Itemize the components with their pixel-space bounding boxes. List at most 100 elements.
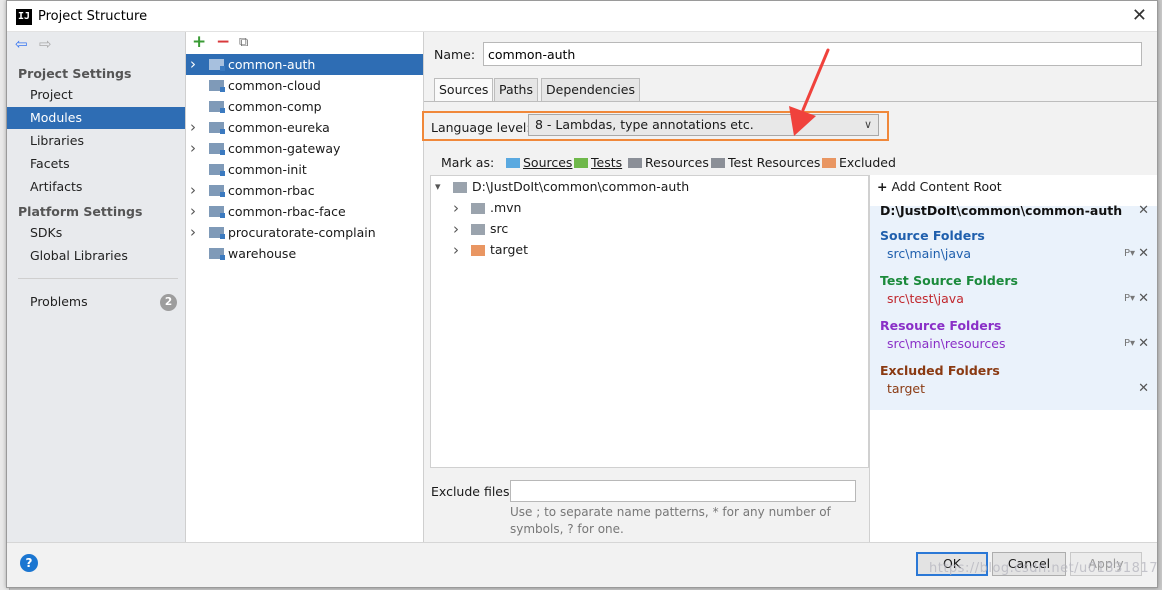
forward-arrow-icon[interactable]: ⇨ — [39, 35, 52, 53]
chevron-right-icon[interactable]: › — [190, 54, 196, 75]
folder-icon — [471, 203, 485, 214]
close-icon[interactable]: ✕ — [1132, 5, 1147, 26]
module-name: common-gateway — [228, 141, 341, 156]
module-item[interactable]: › common-gateway — [186, 138, 423, 159]
folder-icon — [471, 224, 485, 235]
chevron-right-icon[interactable]: › — [453, 219, 459, 239]
window-title: Project Structure — [38, 9, 148, 24]
nav-item-libraries[interactable]: Libraries — [7, 130, 185, 152]
properties-icon[interactable]: P▾ — [1124, 338, 1135, 349]
directory-tree: ▾ D:\JustDoIt\common\common-auth › .mvn › s… — [430, 175, 869, 468]
tree-folder-node[interactable]: › src — [453, 219, 853, 239]
remove-test-icon[interactable]: ✕ — [1138, 291, 1149, 306]
tree-folder-node[interactable]: › target — [453, 240, 853, 260]
nav-toolbar: ⇦ ⇨ — [7, 32, 185, 58]
tab-dependencies[interactable]: Dependencies — [541, 78, 640, 102]
remove-resource-icon[interactable]: ✕ — [1138, 336, 1149, 351]
module-item[interactable]: warehouse — [186, 243, 423, 264]
remove-source-icon[interactable]: ✕ — [1138, 246, 1149, 261]
remove-root-icon[interactable]: ✕ — [1138, 203, 1149, 218]
module-folder-icon — [209, 143, 225, 155]
dialog-footer: ? OK Cancel Apply https://blog.csdn.net/… — [7, 542, 1158, 587]
exclude-files-input[interactable] — [510, 480, 856, 502]
add-content-root-button[interactable]: + Add Content Root — [877, 179, 1002, 194]
copy-icon[interactable]: ⧉ — [239, 35, 248, 50]
chevron-right-icon[interactable]: › — [190, 138, 196, 159]
content-root-path: D:\JustDoIt\common\common-auth — [880, 203, 1123, 218]
tree-root-path: D:\JustDoIt\common\common-auth — [472, 179, 690, 194]
modules-toolbar: + − ⧉ — [186, 32, 423, 54]
tree-folder-node[interactable]: › .mvn — [453, 198, 853, 218]
module-name: warehouse — [228, 246, 297, 261]
add-icon[interactable]: + — [192, 32, 206, 52]
chevron-down-icon: ∨ — [863, 118, 872, 131]
module-folder-icon — [209, 227, 225, 239]
module-folder-icon — [209, 101, 225, 113]
mark-excluded-label: Excluded — [839, 155, 896, 170]
module-item[interactable]: common-init — [186, 159, 423, 180]
module-name: common-init — [228, 162, 307, 177]
help-icon[interactable]: ? — [20, 554, 38, 572]
nav-item-project[interactable]: Project — [7, 84, 185, 106]
mark-as-tests[interactable]: Tests — [574, 155, 622, 170]
resource-folders-header: Resource Folders — [880, 318, 1002, 333]
nav-item-problems[interactable]: Problems 2 — [7, 291, 185, 313]
chevron-right-icon[interactable]: › — [190, 180, 196, 201]
exclude-help-line-2: symbols, ? for one. — [510, 522, 624, 536]
tab-paths[interactable]: Paths — [494, 78, 538, 102]
module-item[interactable]: common-comp — [186, 96, 423, 117]
module-item[interactable]: › procuratorate-complain — [186, 222, 423, 243]
modules-tree: + − ⧉ › common-auth common-cloud common-com… — [186, 32, 424, 542]
module-name: common-auth — [228, 57, 316, 72]
project-structure-dialog: IJ Project Structure ✕ ⇦ ⇨ Project Setti… — [6, 0, 1158, 588]
intellij-icon: IJ — [16, 9, 32, 25]
chevron-right-icon[interactable]: › — [453, 240, 459, 260]
content-roots-panel: + Add Content Root D:\JustDoIt\common\co… — [869, 175, 1157, 542]
test-source-folder-item: src\test\java — [887, 291, 964, 306]
mark-as-excluded[interactable]: Excluded — [822, 155, 896, 170]
test-resources-folder-icon — [711, 158, 725, 168]
nav-item-facets[interactable]: Facets — [7, 153, 185, 175]
properties-icon[interactable]: P▾ — [1124, 293, 1135, 304]
module-folder-icon — [209, 122, 225, 134]
chevron-right-icon[interactable]: › — [190, 222, 196, 243]
module-item[interactable]: common-cloud — [186, 75, 423, 96]
annotation-arrow — [789, 48, 830, 136]
remove-icon[interactable]: − — [216, 32, 230, 52]
sources-folder-icon — [506, 158, 520, 168]
nav-item-sdks[interactable]: SDKs — [7, 222, 185, 244]
module-name: procuratorate-complain — [228, 225, 376, 240]
problems-label: Problems — [30, 294, 88, 309]
excluded-folder-item: target — [887, 381, 926, 396]
folder-icon — [453, 182, 467, 193]
module-name: common-rbac-face — [228, 204, 346, 219]
module-item[interactable]: › common-eureka — [186, 117, 423, 138]
module-item[interactable]: › common-rbac-face — [186, 201, 423, 222]
module-item[interactable]: › common-rbac — [186, 180, 423, 201]
chevron-down-icon[interactable]: ▾ — [435, 177, 441, 197]
tree-folder-name: .mvn — [490, 200, 522, 215]
tree-root-node[interactable]: ▾ D:\JustDoIt\common\common-auth — [435, 177, 855, 197]
mark-as-resources[interactable]: Resources — [628, 155, 709, 170]
properties-icon[interactable]: P▾ — [1124, 248, 1135, 259]
nav-item-artifacts[interactable]: Artifacts — [7, 176, 185, 198]
remove-excluded-icon[interactable]: ✕ — [1138, 381, 1149, 396]
module-name: common-rbac — [228, 183, 315, 198]
chevron-right-icon[interactable]: › — [190, 117, 196, 138]
exclude-help-line-1: Use ; to separate name patterns, * for a… — [510, 505, 831, 519]
source-folder-item: src\main\java — [887, 246, 972, 261]
module-item[interactable]: › common-auth — [186, 54, 423, 75]
mark-as-sources[interactable]: Sources — [506, 155, 572, 170]
watermark-text: https://blog.csdn.net/u013318178 — [929, 561, 1158, 576]
mark-as-label: Mark as: — [441, 155, 495, 170]
nav-item-modules[interactable]: Modules — [7, 107, 185, 129]
chevron-right-icon[interactable]: › — [190, 201, 196, 222]
module-folder-icon — [209, 59, 225, 71]
back-arrow-icon[interactable]: ⇦ — [15, 35, 28, 53]
module-name: common-eureka — [228, 120, 330, 135]
tab-sources[interactable]: Sources — [434, 78, 494, 102]
chevron-right-icon[interactable]: › — [453, 198, 459, 218]
nav-divider — [18, 278, 178, 279]
nav-item-global-libraries[interactable]: Global Libraries — [7, 245, 185, 267]
mark-as-test-resources[interactable]: Test Resources — [711, 155, 820, 170]
